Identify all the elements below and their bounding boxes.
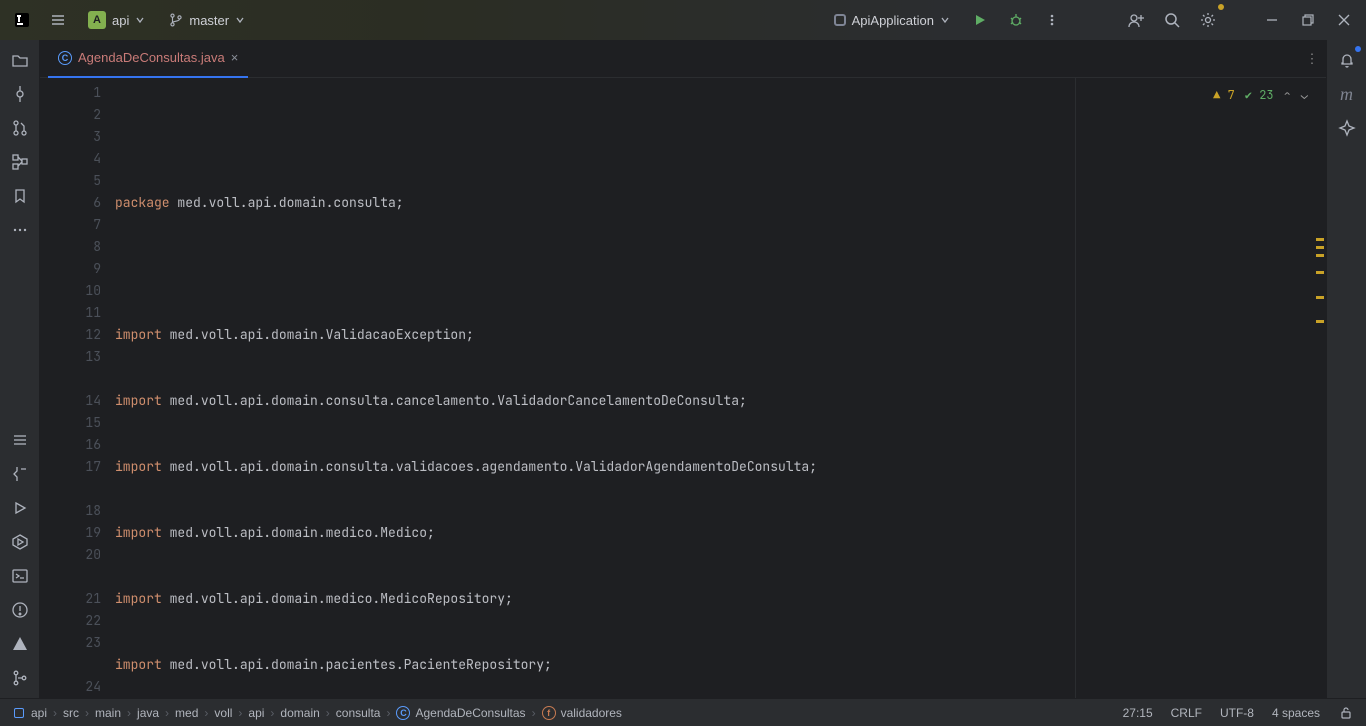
crumb-folder[interactable]: src xyxy=(63,706,79,720)
breadcrumbs: api › src› main› java› med› voll› api› d… xyxy=(12,706,622,720)
crumb-folder[interactable]: voll xyxy=(214,706,232,720)
java-class-icon: C xyxy=(58,51,72,65)
branch-name: master xyxy=(189,13,229,28)
window-minimize-icon[interactable] xyxy=(1258,6,1286,34)
editor-tabs: C AgendaDeConsultas.java × ⋮ xyxy=(40,40,1326,78)
line-separator[interactable]: CRLF xyxy=(1171,706,1202,720)
more-tools-icon[interactable] xyxy=(6,216,34,244)
crumb-folder[interactable]: med xyxy=(175,706,198,720)
class-icon: C xyxy=(396,706,410,720)
crumb-class[interactable]: CAgendaDeConsultas xyxy=(396,706,525,720)
build-tool-icon[interactable] xyxy=(6,460,34,488)
field-icon: f xyxy=(542,706,556,720)
commit-tool-icon[interactable] xyxy=(6,80,34,108)
tab-file-name: AgendaDeConsultas.java xyxy=(78,50,225,65)
window-maximize-icon[interactable] xyxy=(1294,6,1322,34)
run-tool-icon[interactable] xyxy=(6,494,34,522)
main-menu-hamburger-icon[interactable] xyxy=(44,6,72,34)
crumb-folder[interactable]: api xyxy=(248,706,264,720)
project-tool-icon[interactable] xyxy=(6,46,34,74)
pull-requests-tool-icon[interactable] xyxy=(6,114,34,142)
error-stripe[interactable] xyxy=(1314,78,1326,698)
run-config-name: ApiApplication xyxy=(852,13,934,28)
run-config-dropdown[interactable]: ApiApplication xyxy=(826,9,958,32)
caret-position[interactable]: 27:15 xyxy=(1123,706,1153,720)
run-icon[interactable] xyxy=(966,6,994,34)
indent-config[interactable]: 4 spaces xyxy=(1272,706,1320,720)
tab-close-icon[interactable]: × xyxy=(231,50,239,65)
chevron-up-icon[interactable]: ⌃ xyxy=(1284,84,1291,106)
ide-logo-icon[interactable] xyxy=(8,6,36,34)
crumb-folder[interactable]: domain xyxy=(280,706,319,720)
problems-tool-icon[interactable] xyxy=(6,596,34,624)
ai-assistant-icon[interactable] xyxy=(1333,114,1361,142)
run-config-icon xyxy=(834,14,846,26)
readonly-lock-icon[interactable] xyxy=(1338,705,1354,721)
gutter: 1 2 3 4 5 6 7 8 9 10 11 12 13 14 15 16 1… xyxy=(40,78,115,698)
crumb-folder[interactable]: java xyxy=(137,706,159,720)
vcs-branch-dropdown[interactable]: master xyxy=(161,9,253,32)
maven-tool-icon[interactable]: m xyxy=(1333,80,1361,108)
branch-icon xyxy=(169,13,183,27)
bookmarks-tool-icon[interactable] xyxy=(6,182,34,210)
crumb-field[interactable]: fvalidadores xyxy=(542,706,622,720)
vcs-tool-icon[interactable] xyxy=(6,664,34,692)
window-close-icon[interactable] xyxy=(1330,6,1358,34)
code-editor[interactable]: ▲ 7 ✔ 23 ⌃ ⌄ package med.voll.api.domain… xyxy=(115,78,1326,698)
project-name: api xyxy=(112,13,129,28)
project-dropdown[interactable]: A api xyxy=(80,7,153,33)
terminal-tool-icon[interactable] xyxy=(6,562,34,590)
status-bar: api › src› main› java› med› voll› api› d… xyxy=(0,698,1366,726)
tab-agenda-de-consultas[interactable]: C AgendaDeConsultas.java × xyxy=(48,40,248,78)
services-tool-icon[interactable] xyxy=(6,528,34,556)
chevron-down-icon xyxy=(235,15,245,25)
code-with-me-icon[interactable] xyxy=(1122,6,1150,34)
right-tool-stripe: m xyxy=(1326,40,1366,698)
chevron-down-icon xyxy=(940,15,950,25)
project-badge: A xyxy=(88,11,106,29)
crumb-folder[interactable]: consulta xyxy=(336,706,381,720)
search-icon[interactable] xyxy=(1158,6,1186,34)
left-tool-stripe xyxy=(0,40,40,698)
chevron-down-icon[interactable]: ⌄ xyxy=(1301,84,1308,106)
chevron-down-icon xyxy=(135,15,145,25)
more-actions-icon[interactable] xyxy=(1038,6,1066,34)
inspection-widget[interactable]: ▲ 7 ✔ 23 ⌃ ⌄ xyxy=(1213,84,1308,106)
structure-tool-icon[interactable] xyxy=(6,148,34,176)
crumb-folder[interactable]: main xyxy=(95,706,121,720)
tabs-menu-icon[interactable]: ⋮ xyxy=(1298,51,1326,67)
file-encoding[interactable]: UTF-8 xyxy=(1220,706,1254,720)
warnings-tool-icon[interactable] xyxy=(6,630,34,658)
todo-tool-icon[interactable] xyxy=(6,426,34,454)
crumb-module[interactable]: api xyxy=(12,706,47,720)
debug-icon[interactable] xyxy=(1002,6,1030,34)
settings-icon[interactable] xyxy=(1194,6,1222,34)
notifications-icon[interactable] xyxy=(1333,46,1361,74)
